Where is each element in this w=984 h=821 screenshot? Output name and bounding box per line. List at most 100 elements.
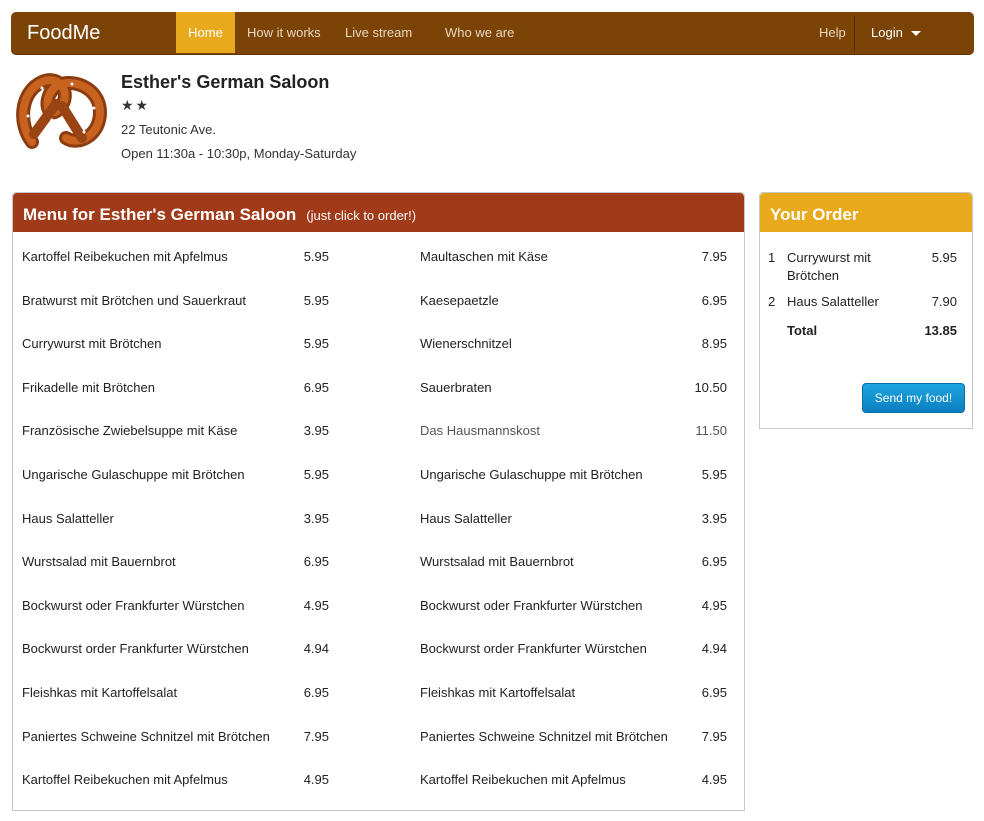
send-order-button[interactable]: Send my food!: [862, 383, 965, 413]
menu-item[interactable]: Bratwurst mit Brötchen und Sauerkraut 5.9…: [22, 291, 329, 311]
menu-item-name: Currywurst mit Brötchen: [22, 336, 162, 351]
menu-item-name: Kartoffel Reibekuchen mit Apfelmus: [22, 249, 228, 264]
caret-down-icon: [910, 31, 921, 37]
menu-panel: Menu for Esther's German Saloon (just cli…: [12, 192, 745, 811]
menu-item-price: 4.95: [701, 598, 727, 613]
menu-item[interactable]: Kartoffel Reibekuchen mit Apfelmus 5.95: [22, 247, 329, 267]
menu-item-name: Wienerschnitzel: [420, 336, 512, 351]
order-item-price: 5.95: [931, 250, 957, 265]
menu-item-name: Paniertes Schweine Schnitzel mit Brötche…: [420, 729, 668, 744]
menu-item[interactable]: Fleishkas mit Kartoffelsalat 6.95: [22, 683, 329, 703]
restaurant-hours: Open 11:30a - 10:30p, Monday-Saturday: [121, 146, 357, 161]
menu-item-price: 7.95: [303, 729, 329, 744]
menu-item-price: 4.94: [303, 641, 329, 656]
nav-who-we-are[interactable]: Who we are: [445, 12, 514, 53]
nav-home[interactable]: Home: [176, 12, 235, 53]
menu-item[interactable]: Ungarische Gulaschuppe mit Brötchen 5.95: [420, 465, 727, 485]
menu-item[interactable]: Kartoffel Reibekuchen mit Apfelmus 4.95: [22, 770, 329, 790]
brand-logo[interactable]: FoodMe: [27, 22, 100, 45]
order-item-price: 7.90: [931, 294, 957, 309]
menu-item-name: Maultaschen mit Käse: [420, 249, 548, 264]
nav-how-it-works[interactable]: How it works: [247, 12, 321, 53]
menu-item-name: Bockwurst order Frankfurter Würstchen: [420, 641, 647, 656]
menu-item-price: 4.95: [701, 772, 727, 787]
menu-item-name: Bockwurst oder Frankfurter Würstchen: [420, 598, 643, 613]
menu-item[interactable]: Wurstsalad mit Bauernbrot 6.95: [420, 552, 727, 572]
menu-item-price: 6.95: [701, 293, 727, 308]
menu-item-name: Bratwurst mit Brötchen und Sauerkraut: [22, 293, 246, 308]
menu-item-price: 3.95: [701, 511, 727, 526]
menu-item-price: 6.95: [701, 685, 727, 700]
menu-item-price: 6.95: [303, 554, 329, 569]
menu-item-price: 3.95: [303, 423, 329, 438]
menu-item-name: Französische Zwiebelsuppe mit Käse: [22, 423, 238, 438]
menu-item[interactable]: Haus Salatteller 3.95: [420, 509, 727, 529]
menu-item[interactable]: Französische Zwiebelsuppe mit Käse 3.95: [22, 421, 329, 441]
menu-item[interactable]: Paniertes Schweine Schnitzel mit Brötche…: [22, 727, 329, 747]
order-total-label: Total: [787, 323, 818, 338]
menu-item-name: Haus Salatteller: [420, 511, 512, 526]
restaurant-name: Esther's German Saloon: [121, 72, 330, 92]
login-dropdown[interactable]: Login: [871, 12, 921, 53]
menu-item-name: Haus Salatteller: [22, 511, 114, 526]
menu-item-name: Paniertes Schweine Schnitzel mit Brötche…: [22, 729, 270, 744]
menu-item[interactable]: Wienerschnitzel 8.95: [420, 334, 727, 354]
menu-item-name: Bockwurst oder Frankfurter Würstchen: [22, 598, 245, 613]
menu-item[interactable]: Bockwurst oder Frankfurter Würstchen 4.95: [420, 596, 727, 616]
rating-stars: ★★: [121, 97, 151, 113]
menu-item-price: 6.95: [303, 380, 329, 395]
menu-item-name: Ungarische Gulaschuppe mit Brötchen: [22, 467, 245, 482]
menu-item[interactable]: Sauerbraten 10.50: [420, 378, 727, 398]
menu-item[interactable]: Haus Salatteller 3.95: [22, 509, 329, 529]
menu-item-name: Fleishkas mit Kartoffelsalat: [420, 685, 576, 700]
pretzel-image: [16, 73, 108, 149]
menu-item[interactable]: Kartoffel Reibekuchen mit Apfelmus 4.95: [420, 770, 727, 790]
menu-item-name: Kartoffel Reibekuchen mit Apfelmus: [22, 772, 228, 787]
menu-item-name: Bockwurst order Frankfurter Würstchen: [22, 641, 249, 656]
login-label: Login: [871, 25, 903, 40]
menu-item-price: 4.95: [303, 598, 329, 613]
menu-item-price: 4.95: [303, 772, 329, 787]
menu-item-price: 5.95: [303, 336, 329, 351]
menu-item-price: 5.95: [303, 467, 329, 482]
menu-item[interactable]: Ungarische Gulaschuppe mit Brötchen 5.95: [22, 465, 329, 485]
order-qty: 2: [768, 294, 776, 309]
order-total-value: 13.85: [924, 323, 957, 338]
menu-item[interactable]: Das Hausmannskost 11.50: [420, 421, 727, 441]
menu-item[interactable]: Paniertes Schweine Schnitzel mit Brötche…: [420, 727, 727, 747]
menu-item-name: Frikadelle mit Brötchen: [22, 380, 155, 395]
menu-item-name: Wurstsalad mit Bauernbrot: [420, 554, 574, 569]
menu-item-price: 4.94: [701, 641, 727, 656]
menu-item-price: 6.95: [303, 685, 329, 700]
menu-item-price: 5.95: [303, 293, 329, 308]
menu-item-price: 7.95: [701, 729, 727, 744]
menu-item[interactable]: Frikadelle mit Brötchen 6.95: [22, 378, 329, 398]
order-panel: Your Order Send my food! 1 Currywurst mit…: [759, 192, 973, 429]
menu-item[interactable]: Fleishkas mit Kartoffelsalat 6.95: [420, 683, 727, 703]
menu-item-price: 7.95: [701, 249, 727, 264]
menu-item[interactable]: Bockwurst oder Frankfurter Würstchen 4.95: [22, 596, 329, 616]
menu-item-name: Fleishkas mit Kartoffelsalat: [22, 685, 178, 700]
menu-item[interactable]: Maultaschen mit Käse 7.95: [420, 247, 727, 267]
nav-live-stream[interactable]: Live stream: [345, 12, 412, 53]
navbar: FoodMe Home How it works Live stream Who…: [11, 12, 974, 55]
menu-item-price: 5.95: [303, 249, 329, 264]
nav-help[interactable]: Help: [819, 12, 846, 53]
menu-item[interactable]: Kaesepaetzle 6.95: [420, 291, 727, 311]
order-title: Your Order: [760, 193, 972, 232]
menu-item-price: 11.50: [695, 423, 727, 438]
nav-divider: [854, 16, 855, 51]
menu-item[interactable]: Currywurst mit Brötchen 5.95: [22, 334, 329, 354]
menu-title: Menu for Esther's German Saloon: [23, 205, 297, 224]
menu-item-price: 8.95: [701, 336, 727, 351]
menu-item-price: 6.95: [701, 554, 727, 569]
menu-item[interactable]: Wurstsalad mit Bauernbrot 6.95: [22, 552, 329, 572]
menu-item[interactable]: Bockwurst order Frankfurter Würstchen 4.9…: [420, 639, 727, 659]
menu-item[interactable]: Bockwurst order Frankfurter Würstchen 4.9…: [22, 639, 329, 659]
menu-item-price: 3.95: [303, 511, 329, 526]
menu-subtitle: (just click to order!): [306, 208, 417, 223]
restaurant-address: 22 Teutonic Ave.: [121, 122, 216, 137]
order-item-name: Currywurst mit Brötchen: [787, 250, 871, 283]
menu-item-name: Sauerbraten: [420, 380, 492, 395]
menu-item-name: Ungarische Gulaschuppe mit Brötchen: [420, 467, 643, 482]
